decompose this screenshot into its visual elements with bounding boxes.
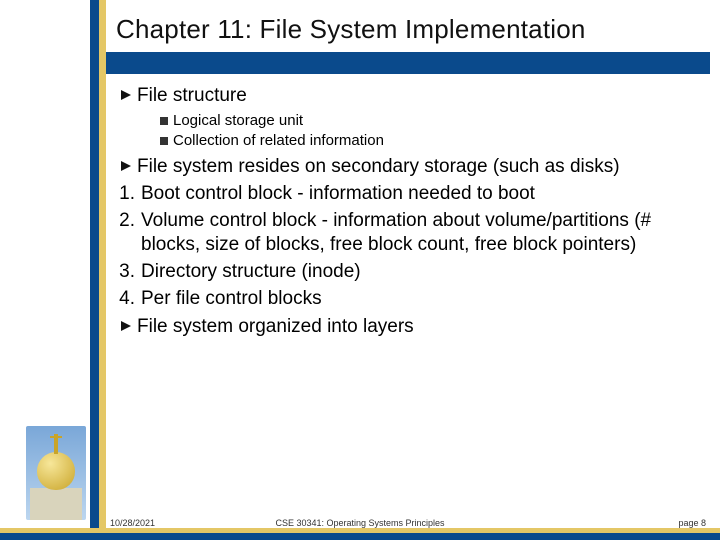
dome-logo xyxy=(26,426,86,520)
bullet-text: File system organized into layers xyxy=(137,315,700,340)
bullet-text: File structure xyxy=(137,84,700,109)
numbered-text: Boot control block - information needed … xyxy=(141,182,700,207)
footer: 10/28/2021 CSE 30341: Operating Systems … xyxy=(0,514,720,540)
slide-title: Chapter 11: File System Implementation xyxy=(116,14,700,45)
item-number: 3. xyxy=(115,260,141,285)
slide: Chapter 11: File System Implementation F… xyxy=(0,0,720,540)
content-area: File structure Logical storage unit Coll… xyxy=(115,80,700,342)
square-icon xyxy=(155,131,173,151)
footer-page: page 8 xyxy=(678,518,706,528)
vertical-bar-gold xyxy=(99,0,106,540)
item-number: 4. xyxy=(115,287,141,312)
bullet-item: File structure xyxy=(115,84,700,109)
numbered-item: 4. Per file control blocks xyxy=(115,287,700,312)
arrow-icon xyxy=(115,84,137,109)
footer-date: 10/28/2021 xyxy=(110,518,155,528)
arrow-icon xyxy=(115,155,137,180)
item-number: 1. xyxy=(115,182,141,207)
bullet-item: File system organized into layers xyxy=(115,315,700,340)
sub-bullet-group: Logical storage unit Collection of relat… xyxy=(155,111,700,152)
bullet-item: File system resides on secondary storage… xyxy=(115,155,700,180)
numbered-text: Directory structure (inode) xyxy=(141,260,700,285)
item-number: 2. xyxy=(115,209,141,258)
sub-bullet-text: Logical storage unit xyxy=(173,111,700,131)
arrow-icon xyxy=(115,315,137,340)
footer-row: 10/28/2021 CSE 30341: Operating Systems … xyxy=(0,514,720,528)
numbered-item: 3. Directory structure (inode) xyxy=(115,260,700,285)
numbered-item: 1. Boot control block - information need… xyxy=(115,182,700,207)
sub-bullet-text: Collection of related information xyxy=(173,131,700,151)
numbered-item: 2. Volume control block - information ab… xyxy=(115,209,700,258)
vertical-bar-blue xyxy=(90,0,99,540)
footer-course: CSE 30341: Operating Systems Principles xyxy=(0,518,720,528)
numbered-text: Per file control blocks xyxy=(141,287,700,312)
sub-bullet-item: Collection of related information xyxy=(155,131,700,151)
footer-blue-bar xyxy=(0,533,720,540)
bullet-text: File system resides on secondary storage… xyxy=(137,155,700,180)
numbered-text: Volume control block - information about… xyxy=(141,209,700,258)
sub-bullet-item: Logical storage unit xyxy=(155,111,700,131)
square-icon xyxy=(155,111,173,131)
